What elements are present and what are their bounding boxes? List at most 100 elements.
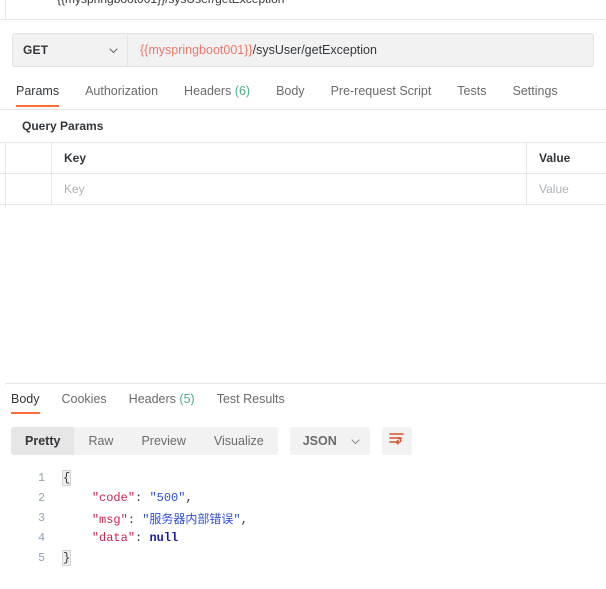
tab-headers-count: (6) bbox=[235, 84, 250, 98]
json-value-code: "500" bbox=[149, 491, 185, 505]
url-bar-region: GET {{myspringboot001}}/sysUser/getExcep… bbox=[0, 20, 606, 76]
response-tab-body-label: Body bbox=[11, 392, 40, 406]
line-number: 1 bbox=[5, 472, 53, 485]
row-value-input[interactable]: Value bbox=[527, 174, 606, 204]
query-params-title: Query Params bbox=[22, 119, 103, 133]
params-header-checkbox-cell bbox=[5, 143, 52, 173]
response-language-dropdown[interactable]: JSON bbox=[290, 427, 370, 455]
column-header-value: Value bbox=[539, 151, 570, 165]
request-url-input[interactable]: {{myspringboot001}}/sysUser/getException bbox=[128, 34, 593, 66]
line-number: 2 bbox=[5, 492, 53, 505]
response-format-toolbar: Pretty Raw Preview Visualize JSON bbox=[11, 427, 412, 455]
column-header-key: Key bbox=[64, 151, 86, 165]
view-mode-raw-label: Raw bbox=[88, 434, 113, 448]
json-comma: , bbox=[241, 513, 248, 527]
response-tab-cookies[interactable]: Cookies bbox=[62, 385, 107, 414]
tab-pre-request-script[interactable]: Pre-request Script bbox=[331, 76, 432, 107]
params-empty-space bbox=[5, 208, 606, 384]
view-mode-pretty-label: Pretty bbox=[25, 434, 60, 448]
view-mode-visualize[interactable]: Visualize bbox=[200, 427, 278, 455]
indent bbox=[63, 513, 92, 527]
params-header-value-cell: Value bbox=[527, 143, 606, 173]
tab-authorization-label: Authorization bbox=[85, 84, 158, 98]
response-tab-test-results-label: Test Results bbox=[217, 392, 285, 406]
tab-body-label: Body bbox=[276, 84, 305, 98]
code-line-content: { bbox=[53, 471, 70, 485]
code-line-content: "data": null bbox=[53, 531, 178, 545]
code-line-content: } bbox=[53, 551, 70, 565]
line-number: 4 bbox=[5, 532, 53, 545]
query-params-table: Key Value Key Value bbox=[0, 143, 606, 205]
bottom-edge bbox=[0, 584, 606, 589]
line-number: 5 bbox=[5, 552, 53, 565]
row-key-placeholder: Key bbox=[64, 182, 85, 196]
request-tab-strip: {{myspringboot001}}/sysUser/getException bbox=[0, 0, 606, 20]
json-open-brace: { bbox=[63, 471, 70, 485]
tab-body[interactable]: Body bbox=[276, 76, 305, 107]
postman-request-response-pane: {{myspringboot001}}/sysUser/getException… bbox=[0, 0, 606, 589]
open-request-tab-label[interactable]: {{myspringboot001}}/sysUser/getException bbox=[57, 0, 284, 6]
url-bar: GET {{myspringboot001}}/sysUser/getExcep… bbox=[12, 33, 594, 67]
json-colon: : bbox=[135, 491, 149, 505]
tab-settings[interactable]: Settings bbox=[512, 76, 557, 107]
code-line-content: "code": "500", bbox=[53, 491, 193, 505]
response-section-tabs: Body Cookies Headers (5) Test Results bbox=[0, 385, 606, 417]
http-method-dropdown[interactable]: GET bbox=[13, 34, 128, 66]
json-key-msg: "msg" bbox=[92, 513, 128, 527]
tab-tests-label: Tests bbox=[457, 84, 486, 98]
params-table-header-row: Key Value bbox=[0, 142, 606, 174]
response-tab-headers[interactable]: Headers (5) bbox=[129, 385, 195, 414]
tab-authorization[interactable]: Authorization bbox=[85, 76, 158, 107]
json-close-brace: } bbox=[63, 551, 70, 565]
response-view-mode-group: Pretty Raw Preview Visualize bbox=[11, 427, 278, 455]
json-key-code: "code" bbox=[92, 491, 135, 505]
line-number: 3 bbox=[5, 512, 53, 525]
row-checkbox-cell[interactable] bbox=[5, 174, 52, 204]
params-header-key-cell: Key bbox=[52, 143, 527, 173]
view-mode-preview[interactable]: Preview bbox=[127, 427, 199, 455]
response-tab-test-results[interactable]: Test Results bbox=[217, 385, 285, 414]
tab-headers[interactable]: Headers (6) bbox=[184, 76, 250, 107]
chevron-down-icon bbox=[351, 432, 360, 450]
view-mode-preview-label: Preview bbox=[141, 434, 185, 448]
wrap-lines-button[interactable] bbox=[382, 427, 412, 455]
code-line: 1 { bbox=[5, 468, 606, 488]
request-section-tabs: Params Authorization Headers (6) Body Pr… bbox=[0, 76, 606, 110]
view-mode-raw[interactable]: Raw bbox=[74, 427, 127, 455]
url-variable-token: {{myspringboot001}} bbox=[140, 43, 253, 57]
code-line: 4 "data": null bbox=[5, 528, 606, 548]
indent bbox=[63, 491, 92, 505]
tab-settings-label: Settings bbox=[512, 84, 557, 98]
code-line: 5 } bbox=[5, 548, 606, 568]
chevron-down-icon bbox=[109, 48, 117, 53]
view-mode-pretty[interactable]: Pretty bbox=[11, 427, 74, 455]
response-tab-body[interactable]: Body bbox=[11, 385, 40, 414]
indent bbox=[63, 531, 92, 545]
json-value-data: null bbox=[149, 531, 178, 545]
response-tab-cookies-label: Cookies bbox=[62, 392, 107, 406]
response-tab-headers-label: Headers bbox=[129, 392, 176, 406]
code-line-content: "msg": "服务器内部错误", bbox=[53, 510, 248, 527]
json-colon: : bbox=[135, 531, 149, 545]
code-line: 3 "msg": "服务器内部错误", bbox=[5, 508, 606, 528]
view-mode-visualize-label: Visualize bbox=[214, 434, 264, 448]
row-key-input[interactable]: Key bbox=[52, 174, 527, 204]
json-key-data: "data" bbox=[92, 531, 135, 545]
row-value-placeholder: Value bbox=[539, 182, 569, 196]
response-body-code-viewer[interactable]: 1 { 2 "code": "500", 3 "msg": "服务器内部错误",… bbox=[5, 468, 606, 584]
tab-pre-request-script-label: Pre-request Script bbox=[331, 84, 432, 98]
params-empty-row[interactable]: Key Value bbox=[0, 173, 606, 205]
json-colon: : bbox=[128, 513, 142, 527]
response-language-label: JSON bbox=[303, 434, 337, 448]
json-value-msg: "服务器内部错误" bbox=[142, 513, 240, 527]
json-comma: , bbox=[185, 491, 192, 505]
tab-tests[interactable]: Tests bbox=[457, 76, 486, 107]
url-path-token: /sysUser/getException bbox=[253, 43, 377, 57]
tab-params[interactable]: Params bbox=[16, 76, 59, 107]
http-method-label: GET bbox=[23, 43, 48, 57]
tab-params-label: Params bbox=[16, 84, 59, 98]
tab-headers-label: Headers bbox=[184, 84, 231, 98]
code-line: 2 "code": "500", bbox=[5, 488, 606, 508]
response-tab-headers-count: (5) bbox=[179, 392, 194, 406]
tab-strip-left-divider bbox=[5, 0, 6, 20]
